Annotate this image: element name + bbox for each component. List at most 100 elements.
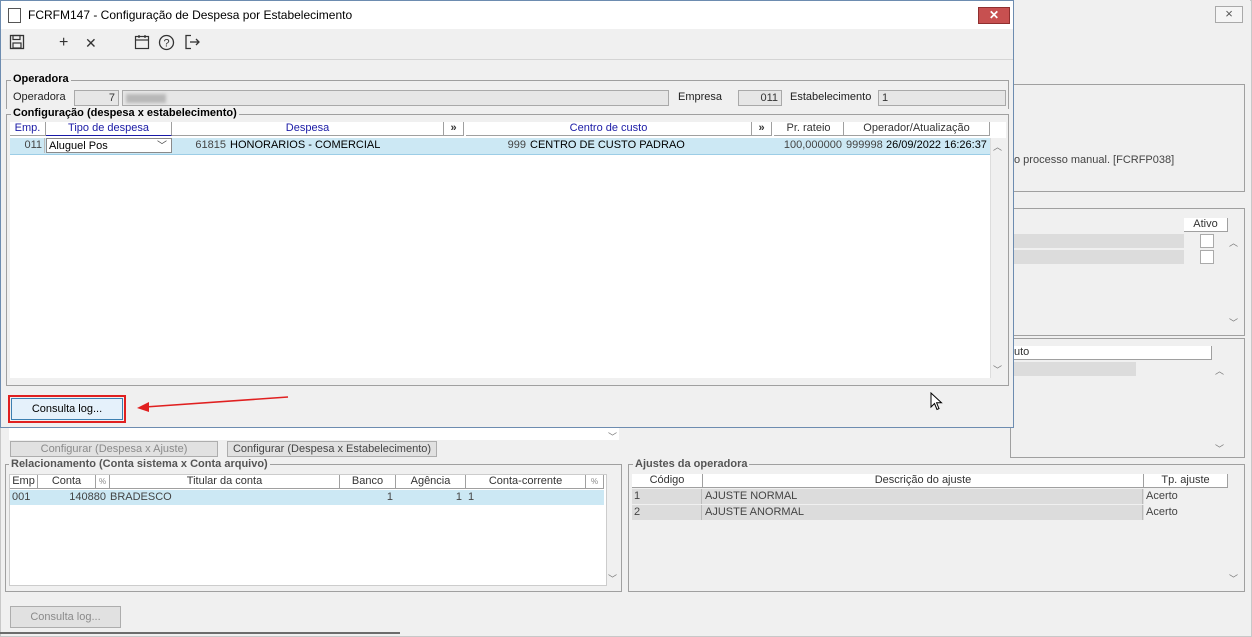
bg-bottom-line — [0, 632, 400, 634]
col-codigo: Código — [632, 474, 703, 488]
col-emp: Emp. — [10, 122, 46, 136]
col-titular: Titular da conta — [110, 475, 340, 489]
relacionamento-title: Relacionamento (Conta sistema x Conta ar… — [9, 458, 270, 470]
col-operador-atualizacao: Operador/Atualização — [844, 122, 990, 136]
scroll-down-icon[interactable]: ﹀ — [1215, 442, 1224, 455]
cell-centro-desc: CENTRO DE CUSTO PADRAO — [530, 139, 685, 151]
col-descricao: Descrição do ajuste — [703, 474, 1144, 488]
cell-operador: 999998 — [846, 139, 883, 151]
background-close-icon[interactable]: × — [1215, 6, 1243, 23]
ativo-header: Ativo — [1184, 218, 1228, 232]
uto-header: uto — [1012, 346, 1212, 360]
cell-emp: 011 — [10, 138, 45, 153]
exit-icon[interactable] — [184, 34, 201, 55]
table-row[interactable]: 001 140880 BRADESCO 1 1 1 — [10, 490, 604, 505]
col-sort-icon[interactable]: % — [96, 475, 110, 489]
cell-agencia: 1 — [455, 491, 462, 503]
tipo-despesa-select[interactable]: Aluguel Pos ﹀ — [46, 138, 172, 153]
calendar-icon[interactable] — [134, 34, 150, 55]
operadora-code-field[interactable]: 7 — [74, 90, 119, 106]
help-icon[interactable]: ? — [158, 34, 175, 56]
cell-descricao: AJUSTE ANORMAL — [703, 505, 1143, 520]
estabelecimento-label: Estabelecimento — [790, 91, 872, 103]
cell-emp: 001 — [12, 491, 31, 503]
ajustes-title: Ajustes da operadora — [633, 458, 750, 470]
scroll-up-icon[interactable]: ︿ — [1215, 364, 1224, 377]
redacted-name — [126, 94, 166, 103]
operadora-label: Operadora — [13, 91, 66, 103]
document-icon — [8, 8, 21, 23]
col-despesa: Despesa — [172, 122, 444, 136]
consulta-log-button[interactable]: Consulta log... — [11, 398, 123, 420]
configurar-ajuste-button[interactable]: Configurar (Despesa x Ajuste) — [10, 441, 218, 457]
col-pr-rateio: Pr. rateio — [774, 122, 844, 136]
scroll-down-icon[interactable]: ﹀ — [608, 572, 617, 585]
col-conta-corrente: Conta-corrente — [466, 475, 586, 489]
table-row[interactable]: 011 Aluguel Pos ﹀ 61815 HONORARIOS - COM… — [10, 138, 990, 155]
bg-info-panel — [1010, 84, 1245, 192]
col-banco: Banco — [340, 475, 396, 489]
scroll-down-icon[interactable]: ﹀ — [608, 430, 617, 443]
cell-tp-ajuste: Acerto — [1144, 489, 1228, 504]
main-dialog: FCRFM147 - Configuração de Despesa por E… — [0, 0, 1014, 428]
scroll-up-icon[interactable]: ︿ — [1229, 236, 1238, 249]
cell-descricao: AJUSTE NORMAL — [703, 489, 1143, 504]
relacionamento-table: Emp Conta % Titular da conta Banco Agênc… — [9, 474, 607, 586]
scroll-up-icon[interactable]: ︿ — [993, 140, 1002, 153]
ajustes-table: Código Descrição do ajuste Tp. ajuste 1 … — [632, 474, 1228, 584]
chevron-down-icon[interactable]: ﹀ — [157, 139, 167, 152]
col-emp: Emp — [10, 475, 38, 489]
cell-codigo: 1 — [632, 489, 702, 504]
close-icon[interactable]: ✕ — [978, 7, 1010, 24]
delete-icon[interactable]: ✕ — [85, 34, 97, 52]
operadora-name-field[interactable] — [122, 90, 669, 106]
expand-despesa-icon[interactable]: » — [444, 122, 464, 136]
col-tp-ajuste: Tp. ajuste — [1144, 474, 1228, 488]
cell-despesa-code: 61815 — [195, 139, 226, 151]
scroll-down-icon[interactable]: ﹀ — [1229, 572, 1238, 585]
cell-tp-ajuste: Acerto — [1144, 505, 1228, 520]
expand-centro-icon[interactable]: » — [752, 122, 772, 136]
cell-titular: BRADESCO — [110, 491, 172, 503]
bg-grid-row — [1012, 362, 1136, 376]
cell-despesa-desc: HONORARIOS - COMERCIAL — [230, 139, 381, 151]
cell-centro-code: 999 — [507, 139, 526, 151]
configuracao-table: Emp. Tipo de despesa Despesa » Centro de… — [10, 122, 1007, 378]
bg-white-strip — [9, 428, 619, 440]
svg-text:?: ? — [163, 38, 169, 50]
col-sort-icon[interactable]: % — [586, 475, 604, 489]
vertical-scrollbar[interactable]: ︿ ﹀ — [990, 138, 1007, 378]
table-row[interactable]: 2 AJUSTE ANORMAL Acerto — [632, 505, 1228, 520]
empresa-field[interactable]: 011 — [738, 90, 782, 106]
estabelecimento-field[interactable]: 1 — [878, 90, 1006, 106]
empresa-label: Empresa — [678, 91, 723, 103]
tipo-despesa-value: Aluguel Pos — [49, 140, 108, 152]
ativo-checkbox[interactable] — [1200, 234, 1214, 248]
col-centro-custo: Centro de custo — [466, 122, 752, 136]
toolbar-separator — [1, 59, 1013, 60]
annotation-arrow — [137, 396, 289, 412]
scroll-down-icon[interactable]: ﹀ — [1229, 316, 1238, 329]
dialog-title: FCRFM147 - Configuração de Despesa por E… — [28, 8, 353, 22]
bg-grid-row — [1012, 234, 1184, 248]
save-icon[interactable] — [9, 34, 25, 54]
mouse-cursor-icon — [930, 392, 943, 411]
cell-atualizacao: 26/09/2022 16:26:37 — [886, 139, 987, 151]
cell-pr-rateio: 100,000000 — [783, 139, 842, 151]
scroll-down-icon[interactable]: ﹀ — [993, 363, 1002, 376]
configurar-estabelecimento-button[interactable]: Configurar (Despesa x Estabelecimento) — [227, 441, 437, 457]
cell-conta-corrente: 1 — [468, 491, 475, 503]
col-tipo-despesa: Tipo de despesa — [46, 122, 172, 136]
cell-conta: 140880 — [69, 491, 106, 503]
configuracao-group-title: Configuração (despesa x estabelecimento) — [11, 107, 239, 119]
col-agencia: Agência — [396, 475, 466, 489]
operadora-group-title: Operadora — [11, 73, 71, 85]
add-icon[interactable]: + — [59, 34, 68, 52]
bg-consulta-log-button[interactable]: Consulta log... — [10, 606, 121, 628]
bg-grid-row — [1012, 250, 1184, 264]
ativo-checkbox[interactable] — [1200, 250, 1214, 264]
bg-note-text: o processo manual. [FCRFP038] — [1014, 154, 1175, 166]
table-row[interactable]: 1 AJUSTE NORMAL Acerto — [632, 489, 1228, 504]
cell-banco: 1 — [386, 491, 393, 503]
col-conta: Conta — [38, 475, 96, 489]
